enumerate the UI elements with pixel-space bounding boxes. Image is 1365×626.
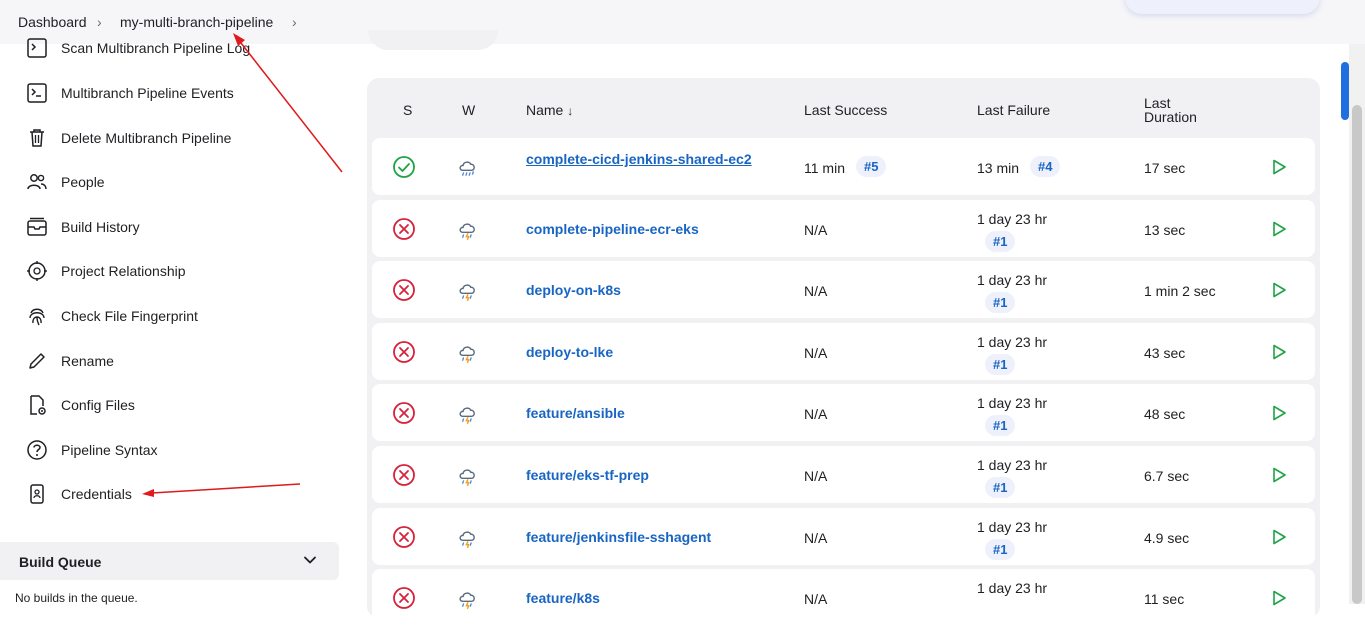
annotation-arrow-credentials: [151, 483, 301, 494]
arrowhead: [142, 489, 154, 497]
annotation-arrows: [142, 33, 343, 497]
annotation-arrow-breadcrumb: [240, 42, 343, 173]
arrowhead: [233, 33, 245, 46]
